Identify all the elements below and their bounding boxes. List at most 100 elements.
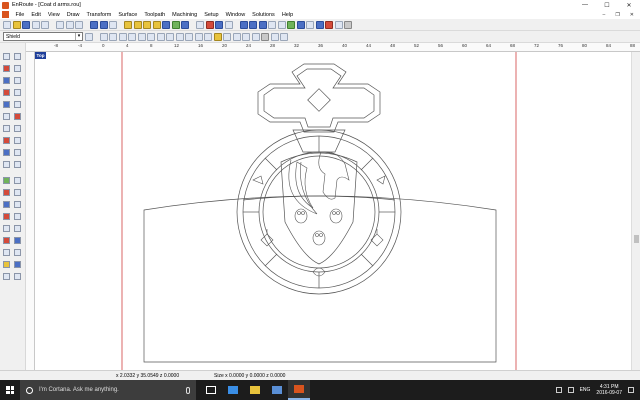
align-icon[interactable] (147, 32, 155, 41)
extrude-icon[interactable] (14, 189, 21, 196)
carve-icon[interactable] (3, 225, 10, 232)
ungroup-icon[interactable] (185, 32, 193, 41)
chamfer-icon[interactable] (14, 137, 21, 144)
edge-button[interactable] (222, 380, 244, 400)
freehand-icon[interactable] (14, 113, 21, 120)
toolpath-icon[interactable] (239, 20, 248, 29)
transform-icon[interactable] (118, 32, 127, 41)
texture-icon[interactable] (3, 201, 10, 208)
explode-icon[interactable] (3, 161, 10, 168)
ellipse-icon[interactable] (14, 77, 21, 84)
snap-icon[interactable] (205, 20, 214, 29)
fill-tool-icon[interactable] (14, 249, 21, 256)
bitmap-icon[interactable] (14, 201, 21, 208)
copy-icon[interactable] (65, 20, 74, 29)
cortana-search-box[interactable]: I'm Cortana. Ask me anything. (20, 380, 196, 400)
render-icon[interactable] (287, 20, 295, 29)
arrow-select-icon[interactable] (3, 53, 10, 60)
output-icon[interactable] (268, 20, 276, 29)
drawing-canvas[interactable] (35, 52, 631, 370)
nest-icon[interactable] (325, 20, 333, 29)
pocket-icon[interactable] (3, 237, 10, 244)
paste-icon[interactable] (75, 20, 83, 29)
notifications-icon[interactable] (628, 387, 634, 393)
layer-select[interactable]: Shield ▾ (3, 32, 83, 41)
wireframe-icon[interactable] (306, 20, 314, 29)
rectangle-icon[interactable] (3, 77, 10, 84)
maximize-button[interactable]: ☐ (596, 0, 618, 10)
save-file-icon[interactable] (22, 20, 30, 29)
menu-help[interactable]: Help (278, 12, 296, 18)
minimize-button[interactable]: — (574, 0, 596, 10)
menu-file[interactable]: File (12, 12, 28, 18)
help-icon[interactable] (344, 20, 352, 29)
trim-icon[interactable] (204, 32, 212, 41)
group-icon[interactable] (175, 32, 184, 41)
intersect-icon[interactable] (242, 32, 250, 41)
line-icon[interactable] (3, 65, 10, 72)
offset-icon[interactable] (223, 32, 231, 41)
menu-toolpath[interactable]: Toolpath (141, 12, 169, 18)
fill-icon[interactable] (213, 32, 222, 41)
zoom-extents-icon[interactable] (124, 20, 132, 29)
drill-icon[interactable] (3, 249, 10, 256)
rotate-icon[interactable] (128, 32, 136, 41)
start-button[interactable] (0, 380, 20, 400)
node-edit-icon[interactable] (109, 32, 117, 41)
profile-icon[interactable] (14, 237, 21, 244)
chevron-down-icon[interactable]: ▾ (75, 33, 82, 40)
engrave-icon[interactable] (14, 225, 21, 232)
spiral-icon[interactable] (14, 101, 21, 108)
redo-icon[interactable] (99, 20, 108, 29)
delete-icon[interactable] (109, 20, 117, 29)
node-select-icon[interactable] (14, 53, 21, 60)
merge-icon[interactable] (194, 32, 203, 41)
plate-icon[interactable] (249, 20, 257, 29)
text-icon[interactable] (280, 32, 288, 41)
properties-icon[interactable] (224, 20, 233, 29)
doc-close-button[interactable]: ✕ (630, 12, 634, 18)
cut-icon[interactable] (56, 20, 64, 29)
join-icon[interactable] (14, 161, 21, 168)
array-icon[interactable] (166, 32, 174, 41)
inlay-icon[interactable] (14, 261, 21, 268)
weld-icon[interactable] (232, 32, 241, 41)
skew-icon[interactable] (14, 149, 21, 156)
print-preview-icon[interactable] (41, 20, 49, 29)
volume-icon[interactable] (567, 387, 574, 393)
sweep-icon[interactable] (3, 189, 10, 196)
vertical-scrollbar[interactable] (631, 52, 640, 370)
task-view-button[interactable] (200, 380, 222, 400)
shade-icon[interactable] (296, 20, 305, 29)
dome-icon[interactable] (14, 177, 21, 184)
language-indicator[interactable]: ENG (580, 387, 591, 393)
polygon-icon[interactable] (14, 89, 21, 96)
store-button[interactable] (266, 380, 288, 400)
menu-setup[interactable]: Setup (201, 12, 222, 18)
menu-transform[interactable]: Transform (83, 12, 115, 18)
tool-database-icon[interactable] (258, 20, 267, 29)
layers-icon[interactable] (215, 20, 223, 29)
zoom-in-icon[interactable] (143, 20, 151, 29)
close-button[interactable]: ✕ (618, 0, 640, 10)
distribute-icon[interactable] (156, 32, 165, 41)
measure-icon[interactable] (334, 20, 343, 29)
relief-icon[interactable] (3, 177, 10, 184)
open-file-icon[interactable] (12, 20, 21, 29)
lock-icon[interactable] (261, 32, 269, 41)
menu-edit[interactable]: Edit (28, 12, 44, 18)
file-explorer-button[interactable] (244, 380, 266, 400)
network-icon[interactable] (555, 387, 562, 393)
pan-icon[interactable] (162, 20, 170, 29)
mirror-icon[interactable] (137, 32, 146, 41)
menu-draw[interactable]: Draw (63, 12, 83, 18)
hide-icon[interactable] (270, 32, 279, 41)
menu-solutions[interactable]: Solutions (249, 12, 279, 18)
menu-view[interactable]: View (44, 12, 63, 18)
halftone-icon[interactable] (3, 261, 10, 268)
scrollbar-thumb[interactable] (634, 235, 639, 243)
redraw-icon[interactable] (171, 20, 180, 29)
clock[interactable]: 4:31 PM 2016-09-07 (596, 384, 622, 397)
setup-icon[interactable] (315, 20, 324, 29)
zoom-window-icon[interactable] (133, 20, 142, 29)
